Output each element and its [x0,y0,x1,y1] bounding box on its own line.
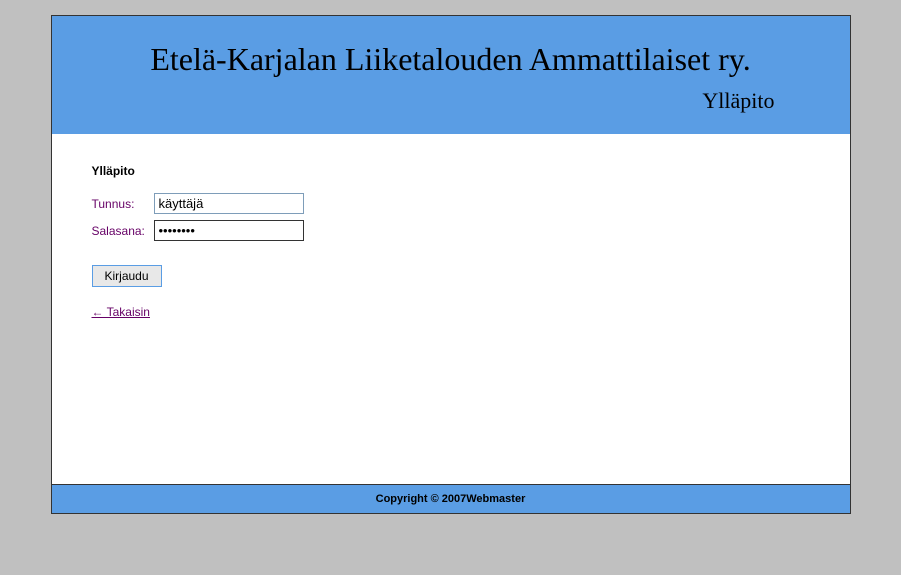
username-input[interactable] [154,193,304,214]
password-input[interactable] [154,220,304,241]
back-link[interactable]: ← Takaisin [92,305,150,319]
page-title: Etelä-Karjalan Liiketalouden Ammattilais… [82,41,820,78]
password-row: Salasana: [92,220,810,241]
footer-text: Copyright © 2007Webmaster [376,493,526,505]
content-area: Ylläpito Tunnus: Salasana: Kirjaudu ← Ta… [52,134,850,484]
page-container: Etelä-Karjalan Liiketalouden Ammattilais… [51,15,851,514]
password-label: Salasana: [92,224,154,238]
username-label: Tunnus: [92,197,154,211]
header: Etelä-Karjalan Liiketalouden Ammattilais… [52,16,850,134]
page-subtitle: Ylläpito [82,88,820,114]
username-row: Tunnus: [92,193,810,214]
footer: Copyright © 2007Webmaster [52,484,850,513]
section-title: Ylläpito [92,164,810,178]
login-button[interactable]: Kirjaudu [92,265,162,287]
